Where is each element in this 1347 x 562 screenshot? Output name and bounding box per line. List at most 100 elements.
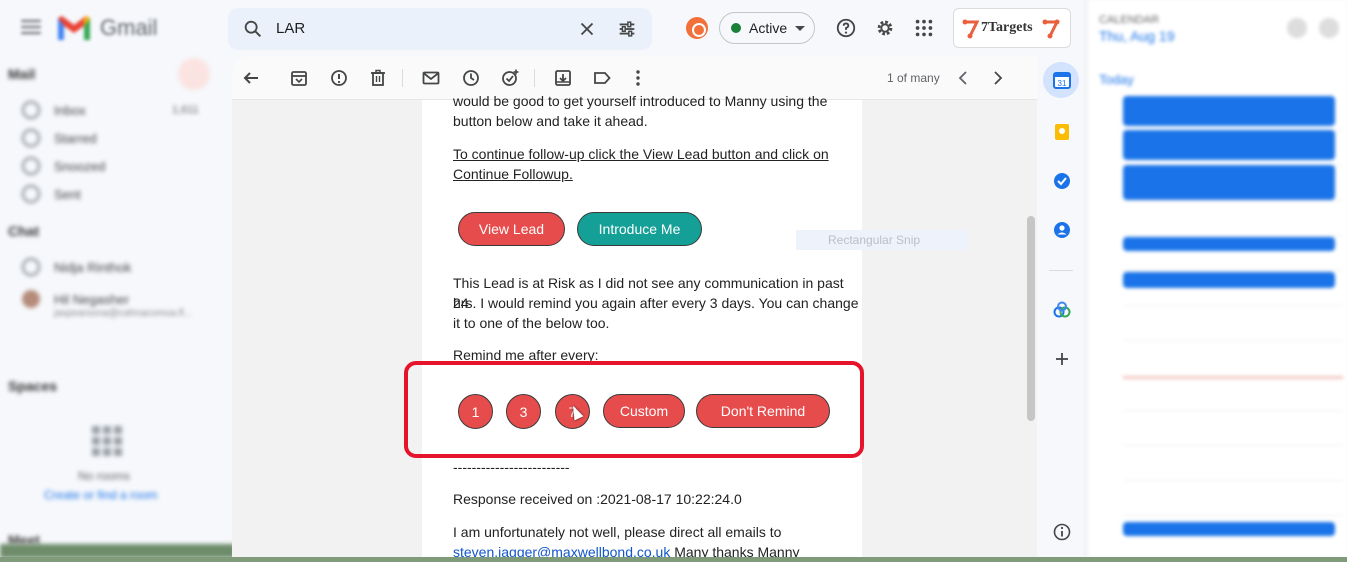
close-panel-icon[interactable] [1319, 18, 1339, 38]
delete-icon[interactable] [368, 68, 388, 88]
calendar-event[interactable] [1123, 96, 1335, 126]
view-lead-button[interactable]: View Lead [458, 212, 565, 246]
chat-item[interactable]: Hil Negasher [22, 288, 129, 310]
left-navigation: Mail Inbox 1,611 Starred Snoozed Sent Cha… [0, 56, 230, 562]
close-icon[interactable] [576, 18, 598, 40]
chat-name: Nidja Rinthok [54, 259, 132, 275]
gear-icon[interactable] [874, 17, 896, 39]
brand-logo-icon [962, 19, 980, 39]
chat-subtext: jaspearsona@cahnacomoa.fl... [54, 308, 193, 319]
chevron-right-icon[interactable] [988, 68, 1008, 88]
tasks-icon[interactable] [1052, 171, 1072, 191]
chevron-down-icon [795, 25, 806, 31]
filter-icon[interactable] [616, 18, 638, 40]
create-room-link[interactable]: Create or find a room [44, 488, 157, 502]
report-icon[interactable] [329, 68, 349, 88]
reply-text: I am unfortunately not well, please dire… [453, 524, 782, 540]
body-text: would be good to get yourself introduced… [453, 93, 828, 109]
sidebar-item-label: Starred [54, 130, 97, 146]
section-spaces[interactable]: Spaces [8, 378, 57, 394]
highlight-box [404, 361, 864, 458]
brand-mark-icon [1042, 19, 1060, 39]
today-button[interactable]: Today [1099, 72, 1134, 87]
hour-line [1123, 410, 1343, 411]
archive-icon[interactable] [289, 68, 309, 88]
body-text: hrs. I would remind you again after ever… [453, 295, 859, 311]
hour-line [1123, 515, 1343, 516]
search-input[interactable]: LAR [276, 20, 305, 37]
chat-item[interactable]: Nidja Rinthok [22, 256, 131, 278]
hour-line [1123, 340, 1343, 341]
gmail-wordmark: Gmail [100, 15, 158, 40]
info-icon[interactable] [1052, 522, 1072, 542]
calendar-event[interactable] [1123, 237, 1335, 251]
avatar [22, 258, 40, 276]
calendar-event[interactable] [1123, 272, 1335, 288]
followup-link[interactable]: Continue Followup. [453, 164, 573, 184]
message-view: 1 of many would be good to get yourself … [232, 56, 1037, 562]
introduce-me-button[interactable]: Introduce Me [577, 212, 702, 246]
unread-count: 1,611 [172, 104, 199, 116]
gmail-logo[interactable]: Gmail [56, 14, 157, 42]
snip-overlay: Rectangular Snip [796, 230, 968, 250]
rooms-empty-icon [92, 426, 122, 456]
sidebar-item-label: Snoozed [54, 158, 106, 174]
search-bar[interactable]: LAR [228, 8, 652, 50]
hour-line [1123, 200, 1343, 201]
clock-icon[interactable] [461, 68, 481, 88]
sidebar-item-inbox[interactable]: Inbox 1,611 [22, 99, 199, 121]
sidebar-item-sent[interactable]: Sent [22, 183, 81, 205]
back-icon[interactable] [242, 68, 262, 88]
calendar-event[interactable] [1123, 522, 1335, 536]
current-time-indicator [1123, 376, 1343, 379]
scrollbar[interactable] [1027, 216, 1035, 421]
search-icon[interactable] [242, 18, 264, 40]
calendar-panel: CALENDAR Thu, Aug 19 Today [1086, 0, 1347, 562]
label-icon[interactable] [592, 68, 612, 88]
status-selector[interactable]: Active [719, 12, 815, 44]
calendar-event[interactable] [1123, 165, 1335, 200]
compose-button[interactable] [178, 58, 210, 90]
status-dot [731, 23, 741, 33]
body-text: button below and take it ahead. [453, 113, 648, 129]
sidebar-item-starred[interactable]: Starred [22, 127, 97, 149]
hour-line [1123, 480, 1343, 481]
add-icon[interactable] [1052, 349, 1072, 369]
extension-icon[interactable] [686, 17, 708, 39]
strip-divider [1049, 270, 1073, 271]
snooze-icon [22, 157, 40, 175]
followup-link[interactable]: To continue follow-up click the View Lea… [453, 144, 829, 164]
contacts-icon[interactable] [1052, 220, 1072, 240]
menu-icon[interactable] [18, 14, 44, 40]
calendar-icon[interactable]: 31 [1052, 70, 1072, 90]
inbox-icon [22, 101, 40, 119]
toolbar-divider [402, 69, 403, 87]
chevron-left-icon[interactable] [953, 68, 973, 88]
sidebar-item-snoozed[interactable]: Snoozed [22, 155, 105, 177]
help-icon[interactable] [835, 17, 857, 39]
email-body: would be good to get yourself introduced… [422, 93, 968, 562]
calendar-options-icon[interactable] [1287, 18, 1307, 38]
apps-icon[interactable] [913, 17, 935, 39]
hour-line [1123, 235, 1343, 236]
calendar-date[interactable]: Thu, Aug 19 [1099, 28, 1175, 44]
section-chat[interactable]: Chat [8, 223, 39, 239]
task-icon[interactable] [500, 68, 520, 88]
side-panel-strip: 31 [1037, 56, 1085, 562]
top-bar: Gmail LAR Active 7Targets [0, 0, 1085, 56]
move-icon[interactable] [553, 68, 573, 88]
sidebar-item-label: Sent [54, 186, 81, 202]
brand-account[interactable]: 7Targets [953, 8, 1071, 48]
svg-text:31: 31 [1058, 79, 1067, 88]
keep-icon[interactable] [1052, 122, 1072, 142]
mail-icon[interactable] [421, 68, 441, 88]
more-icon[interactable] [628, 68, 648, 88]
addon-icon[interactable] [1052, 300, 1072, 320]
avatar [22, 290, 40, 308]
section-mail[interactable]: Mail [8, 66, 35, 82]
calendar-event[interactable] [1123, 130, 1335, 160]
gmail-m-icon [58, 16, 90, 40]
rooms-empty-text: No rooms [78, 469, 131, 483]
calendar-header: CALENDAR [1099, 14, 1159, 26]
pagination-text: 1 of many [887, 71, 940, 85]
